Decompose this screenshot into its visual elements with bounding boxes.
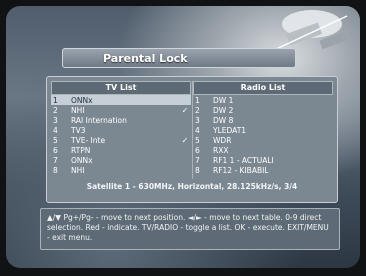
item-number: 8 bbox=[53, 165, 58, 175]
item-name: DW 2 bbox=[213, 105, 234, 115]
item-name: NHI bbox=[71, 165, 85, 175]
item-name: WDR bbox=[213, 135, 232, 145]
tv-list-item[interactable]: 5 TVE- Inte ✓ bbox=[51, 135, 191, 145]
radio-list-header: Radio List bbox=[193, 81, 333, 95]
page-title: Parental Lock bbox=[62, 48, 296, 68]
item-number: 1 bbox=[195, 95, 200, 105]
item-number: 3 bbox=[195, 115, 200, 125]
item-number: 6 bbox=[53, 145, 58, 155]
item-name: TVE- Inte bbox=[71, 135, 106, 145]
item-name: YLEDAT1 bbox=[213, 125, 247, 135]
tv-list-item[interactable]: 4 TV3 bbox=[51, 125, 191, 135]
item-name: RTPN bbox=[71, 145, 91, 155]
tv-list-item[interactable]: 8 NHI bbox=[51, 165, 191, 175]
item-name: RXX bbox=[213, 145, 229, 155]
item-name: ONNx bbox=[71, 95, 93, 105]
item-name: RF1 1 - ACTUALI bbox=[213, 155, 274, 165]
radio-list-item[interactable]: 6 RXX bbox=[193, 145, 333, 155]
item-number: 3 bbox=[53, 115, 58, 125]
tv-list-item[interactable]: 1 ONNx bbox=[51, 95, 191, 105]
item-number: 2 bbox=[195, 105, 200, 115]
item-name: DW 1 bbox=[213, 95, 234, 105]
item-number: 7 bbox=[53, 155, 58, 165]
item-number: 5 bbox=[53, 135, 58, 145]
item-name: ONNx bbox=[71, 155, 93, 165]
item-number: 4 bbox=[195, 125, 200, 135]
channel-panel: TV List 1 ONNx 2 NHI ✓ 3 RAI Internation bbox=[46, 76, 338, 203]
item-name: NHI bbox=[71, 105, 85, 115]
radio-list-item[interactable]: 2 DW 2 bbox=[193, 105, 333, 115]
item-number: 1 bbox=[53, 95, 58, 105]
item-name: RAI Internation bbox=[71, 115, 127, 125]
tv-list-item[interactable]: 6 RTPN bbox=[51, 145, 191, 155]
radio-list-item[interactable]: 3 DW 8 bbox=[193, 115, 333, 125]
radio-list-item[interactable]: 4 YLEDAT1 bbox=[193, 125, 333, 135]
tv-list: TV List 1 ONNx 2 NHI ✓ 3 RAI Internation bbox=[51, 81, 191, 179]
item-number: 2 bbox=[53, 105, 58, 115]
item-name: DW 8 bbox=[213, 115, 234, 125]
tv-list-header: TV List bbox=[51, 81, 191, 95]
item-number: 4 bbox=[53, 125, 58, 135]
tv-list-item[interactable]: 3 RAI Internation bbox=[51, 115, 191, 125]
item-number: 7 bbox=[195, 155, 200, 165]
radio-list-item[interactable]: 1 DW 1 bbox=[193, 95, 333, 105]
tv-list-item[interactable]: 7 ONNx bbox=[51, 155, 191, 165]
item-number: 8 bbox=[195, 165, 200, 175]
radio-list-item[interactable]: 7 RF1 1 - ACTUALI bbox=[193, 155, 333, 165]
status-line: Satellite 1 - 630MHz, Horizontal, 28.125… bbox=[86, 182, 298, 191]
checkmark-icon: ✓ bbox=[181, 105, 189, 115]
item-name: RF12 - KIBABIL bbox=[213, 165, 269, 175]
radio-list: Radio List 1 DW 1 2 DW 2 3 DW 8 4 YLEDAT… bbox=[193, 81, 333, 179]
item-name: TV3 bbox=[71, 125, 86, 135]
checkmark-icon: ✓ bbox=[181, 135, 189, 145]
item-number: 5 bbox=[195, 135, 200, 145]
tv-list-item[interactable]: 2 NHI ✓ bbox=[51, 105, 191, 115]
tv-screen: Parental Lock TV List 1 ONNx 2 NHI ✓ 3 R… bbox=[6, 6, 360, 268]
radio-list-item[interactable]: 5 WDR bbox=[193, 135, 333, 145]
help-text: ▲/▼ Pg+/Pg- - move to next position. ◄/►… bbox=[40, 208, 340, 250]
tv-bezel: Parental Lock TV List 1 ONNx 2 NHI ✓ 3 R… bbox=[0, 0, 366, 276]
radio-list-item[interactable]: 8 RF12 - KIBABIL bbox=[193, 165, 333, 175]
item-number: 6 bbox=[195, 145, 200, 155]
